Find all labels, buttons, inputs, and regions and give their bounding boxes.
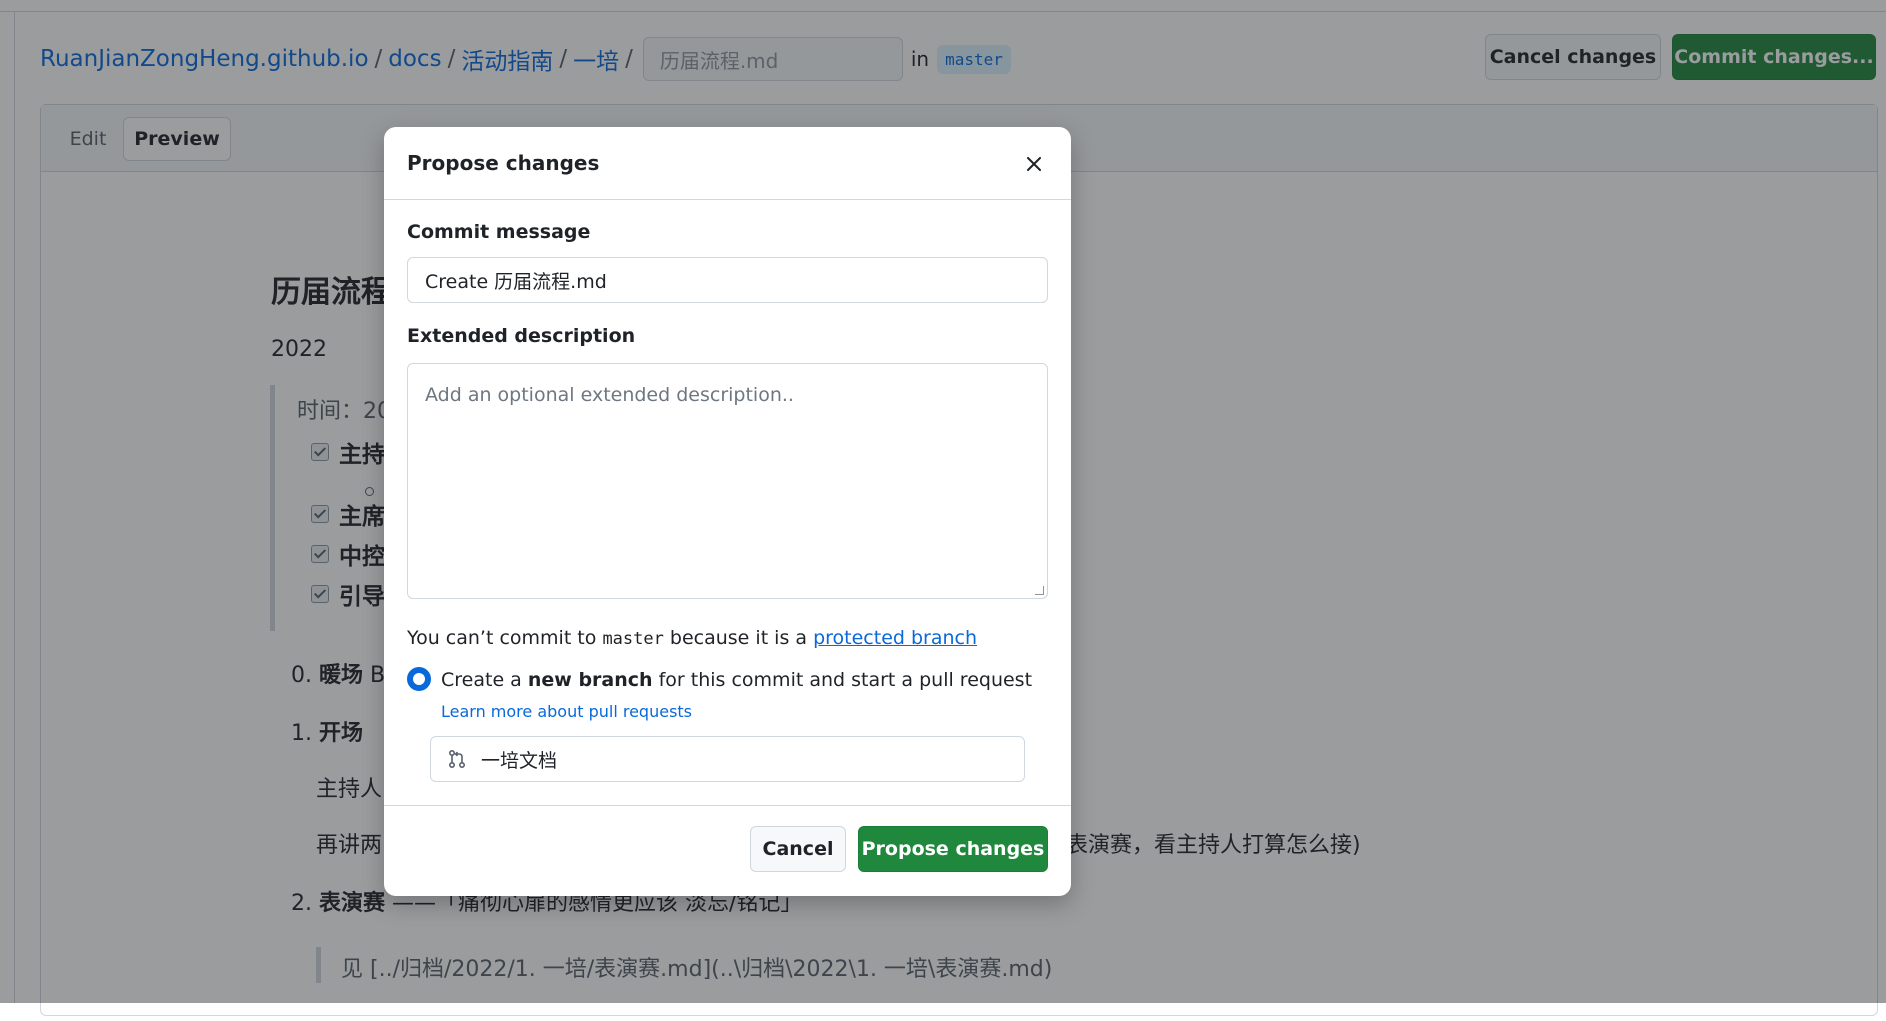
protected-branch-link[interactable]: protected branch xyxy=(813,627,977,649)
protected-branch-notice: You can’t commit to master because it is… xyxy=(407,627,977,649)
extended-description-placeholder: Add an optional extended description.. xyxy=(425,384,794,406)
dialog-header: Propose changes xyxy=(384,127,1071,200)
extended-description-textarea[interactable]: Add an optional extended description.. xyxy=(407,363,1048,599)
propose-changes-dialog: Propose changes Commit message Create 历届… xyxy=(384,127,1071,896)
radio-bold-text: new branch xyxy=(527,669,653,691)
close-icon[interactable] xyxy=(1021,151,1047,177)
branch-code: master xyxy=(602,629,664,649)
resize-grip-icon[interactable] xyxy=(1035,586,1044,595)
git-pull-request-icon xyxy=(448,749,466,769)
new-branch-radio-label: Create a new branch for this commit and … xyxy=(441,669,1032,691)
branch-name-value: 一培文档 xyxy=(481,749,558,772)
propose-changes-button[interactable]: Propose changes xyxy=(858,826,1048,872)
extended-description-label: Extended description xyxy=(407,325,636,347)
radio-text: for this commit and start a pull request xyxy=(658,669,1033,691)
dialog-title: Propose changes xyxy=(407,151,600,175)
notice-text: You can’t commit to xyxy=(407,627,597,649)
dialog-footer: Cancel Propose changes xyxy=(384,805,1071,896)
new-branch-radio[interactable] xyxy=(407,667,431,691)
commit-message-label: Commit message xyxy=(407,221,591,243)
radio-text: Create a xyxy=(441,669,522,691)
learn-more-pull-requests-link[interactable]: Learn more about pull requests xyxy=(441,702,692,721)
branch-name-input[interactable]: 一培文档 xyxy=(430,736,1025,782)
cancel-button[interactable]: Cancel xyxy=(750,826,846,872)
notice-text: because it is a xyxy=(669,627,808,649)
commit-message-input[interactable]: Create 历届流程.md xyxy=(407,257,1048,303)
